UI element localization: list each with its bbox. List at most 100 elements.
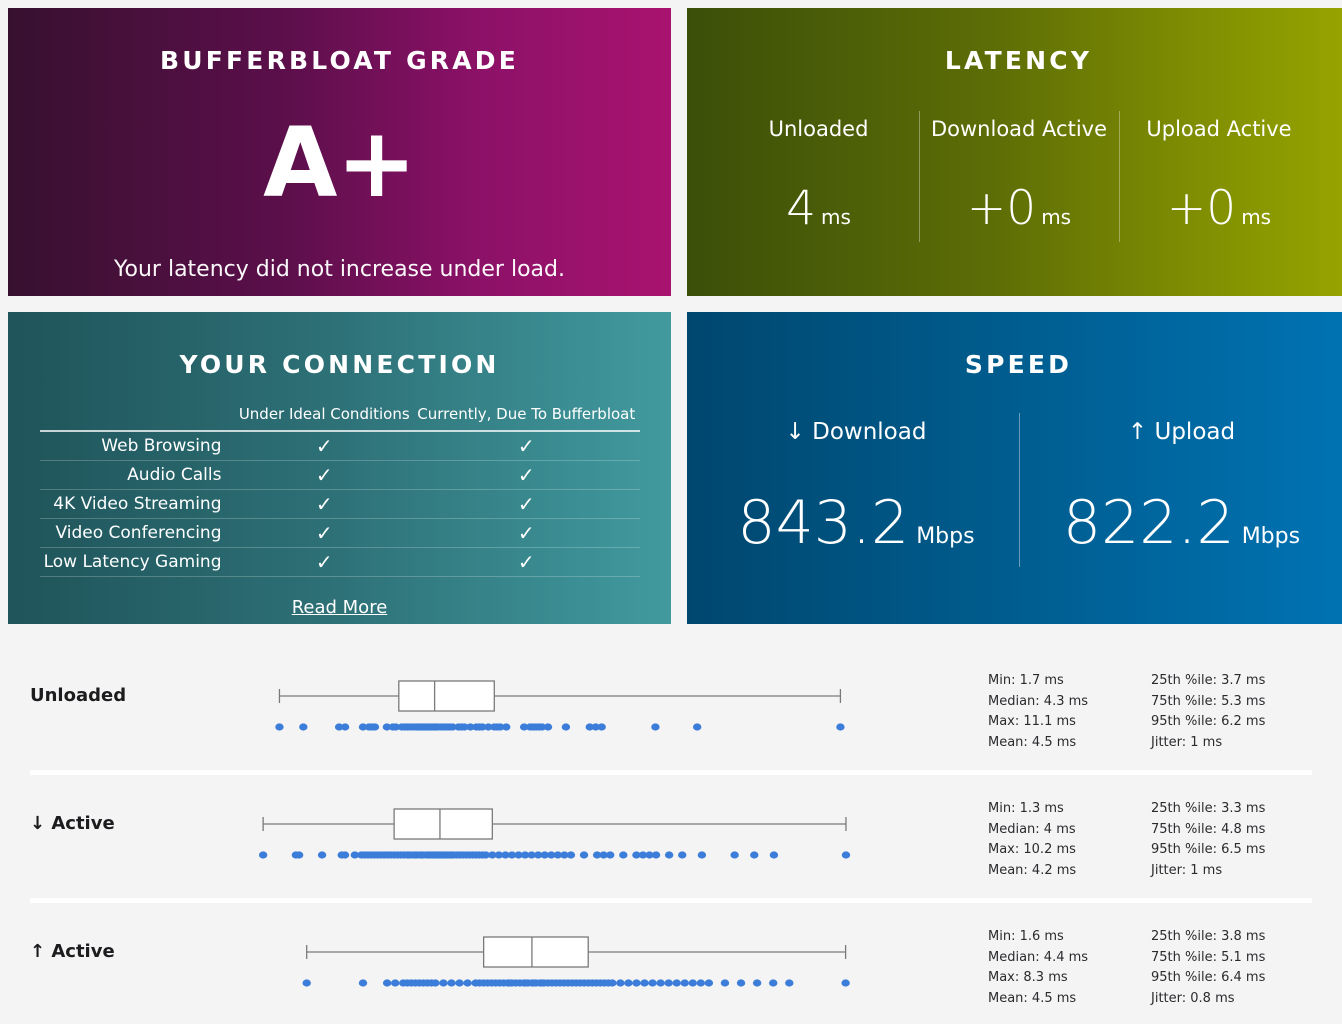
stats-column-left: Min: 1.3 ms Median: 4 ms Max: 10.2 ms Me…	[988, 799, 1151, 881]
scatter-points	[258, 851, 851, 859]
stat-jitter: Jitter: 1 ms	[1151, 734, 1223, 750]
check-icon: ✓	[517, 520, 535, 545]
connection-table-head: Under Ideal Conditions Currently, Due To…	[39, 405, 640, 431]
latency-value-unloaded-wrap: 4 ms	[786, 185, 851, 232]
table-row: Video Conferencing ✓ ✓	[39, 518, 640, 547]
stat-median: Median: 4 ms	[988, 821, 1076, 837]
stat-mean: Mean: 4.2 ms	[988, 862, 1077, 878]
connection-task-label: Audio Calls	[127, 464, 222, 485]
bufferbloat-results-page: BUFFERBLOAT GRADE A+ Your latency did no…	[0, 0, 1342, 1024]
latency-distribution-section: Unloaded Min: 1.7 ms Median: 4.3 ms Max:…	[0, 625, 1342, 1024]
latency-column-download-active: Download Active +0 ms	[918, 111, 1119, 242]
latency-columns: Unloaded 4 ms Download Active +0 ms Uplo…	[687, 111, 1342, 242]
stats-block-upload-active: Min: 1.6 ms Median: 4.4 ms Max: 8.3 ms M…	[988, 927, 1314, 1009]
latency-plot-row-upload-active: ↑ Active Min: 1.6 ms Median: 4.4 ms Max:…	[0, 881, 1342, 1009]
scatter-point	[769, 851, 779, 859]
check-icon: ✓	[517, 549, 535, 574]
latency-value-upload-active-wrap: +0 ms	[1167, 185, 1271, 232]
stat-p25: 25th %ile: 3.7 ms	[1151, 673, 1266, 688]
scatter-point	[463, 979, 472, 987]
scatter-point	[730, 851, 739, 859]
stat-min: Min: 1.6 ms	[988, 929, 1064, 944]
latency-label-upload-active: Upload Active	[1146, 117, 1292, 141]
stat-p95: 95th %ile: 6.2 ms	[1151, 714, 1266, 729]
latency-value-download-active-wrap: +0 ms	[967, 185, 1071, 232]
check-icon: ✓	[517, 491, 535, 516]
scatter-point	[697, 851, 707, 859]
scatter-point	[606, 851, 615, 859]
speed-column-upload: ↑ Upload 822.2 Mbps	[1018, 413, 1342, 567]
stat-jitter: Jitter: 0.8 ms	[1151, 990, 1235, 1006]
scatter-point	[680, 979, 689, 987]
your-connection-title: YOUR CONNECTION	[179, 350, 500, 379]
scatter-point	[370, 723, 380, 731]
scatter-point	[678, 851, 687, 859]
check-icon: ✓	[517, 433, 535, 458]
latency-column-upload-active: Upload Active +0 ms	[1118, 111, 1319, 242]
speed-title: SPEED	[964, 350, 1073, 379]
speed-value-upload-wrap: 822.2 Mbps	[1063, 493, 1300, 553]
read-more-link[interactable]: Read More	[292, 597, 388, 618]
connection-task-label: 4K Video Streaming	[53, 493, 222, 514]
scatter-point	[597, 723, 606, 731]
stats-column-right: 25th %ile: 3.3 ms 75th %ile: 4.8 ms 95th…	[1151, 799, 1314, 881]
scatter-point	[704, 979, 714, 987]
scatter-point	[302, 979, 311, 987]
scatter-point	[648, 979, 657, 987]
bufferbloat-grade-subtitle: Your latency did not increase under load…	[114, 257, 565, 282]
stats-column-left: Min: 1.7 ms Median: 4.3 ms Max: 11.1 ms …	[988, 671, 1151, 753]
connection-header-current: Currently, Due To Bufferbloat	[417, 405, 636, 423]
connection-task-label: Low Latency Gaming	[43, 551, 222, 572]
scatter-point	[696, 979, 706, 987]
scatter-point	[656, 979, 665, 987]
connection-header-ideal: Under Ideal Conditions	[238, 405, 410, 423]
bufferbloat-grade-title: BUFFERBLOAT GRADE	[159, 46, 520, 75]
scatter-point	[455, 979, 464, 987]
scatter-point	[664, 851, 674, 859]
scatter-point	[431, 979, 440, 987]
connection-task-label: Web Browsing	[101, 435, 222, 456]
scatter-point	[294, 851, 304, 859]
scatter-point	[317, 851, 327, 859]
speed-unit-download: Mbps	[916, 524, 975, 549]
scatter-point	[340, 723, 350, 731]
scatter-point	[736, 979, 746, 987]
stat-median: Median: 4.3 ms	[988, 693, 1089, 709]
scatter-point	[664, 979, 673, 987]
scatter-point	[566, 851, 576, 859]
latency-column-unloaded: Unloaded 4 ms	[719, 111, 919, 242]
box-iqr	[398, 680, 495, 712]
upload-arrow-icon-label: ↑ Upload	[1127, 419, 1236, 445]
plot-row-label-unloaded: Unloaded	[30, 685, 127, 706]
check-icon: ✓	[315, 491, 333, 516]
scatter-point	[720, 979, 730, 987]
stat-median: Median: 4.4 ms	[988, 949, 1089, 965]
check-icon: ✓	[315, 520, 333, 545]
scatter-point	[651, 851, 661, 859]
speed-card: SPEED ↓ Download 843.2 Mbps ↑ Upload 822…	[687, 312, 1342, 624]
scatter-point	[640, 979, 649, 987]
box-iqr	[483, 936, 589, 968]
scatter-point	[358, 979, 368, 987]
latency-unit-download-active: ms	[1041, 205, 1072, 229]
plot-row-label-download-active: ↓ Active	[30, 813, 115, 834]
scatter-point	[651, 723, 660, 731]
speed-value-upload: 822.2	[1062, 488, 1235, 558]
stat-mean: Mean: 4.5 ms	[988, 734, 1077, 750]
plot-row-label-upload-active: ↑ Active	[30, 941, 115, 962]
scatter-point	[382, 979, 392, 987]
scatter-point	[836, 723, 845, 731]
stat-mean: Mean: 4.5 ms	[988, 990, 1077, 1006]
stat-min: Min: 1.7 ms	[988, 673, 1064, 688]
speed-value-download-wrap: 843.2 Mbps	[737, 493, 974, 553]
bufferbloat-grade-card: BUFFERBLOAT GRADE A+ Your latency did no…	[8, 8, 671, 296]
latency-plot-row-download-active: ↓ Active Min: 1.3 ms Median: 4 ms Max: 1…	[0, 753, 1342, 903]
scatter-points	[275, 723, 845, 731]
box-iqr	[393, 808, 493, 840]
scatter-point	[543, 723, 553, 731]
scatter-point	[632, 979, 641, 987]
box-plot-svg	[258, 808, 851, 859]
scatter-point	[340, 851, 350, 859]
stat-p25: 25th %ile: 3.3 ms	[1151, 801, 1266, 816]
latency-label-unloaded: Unloaded	[768, 117, 869, 141]
